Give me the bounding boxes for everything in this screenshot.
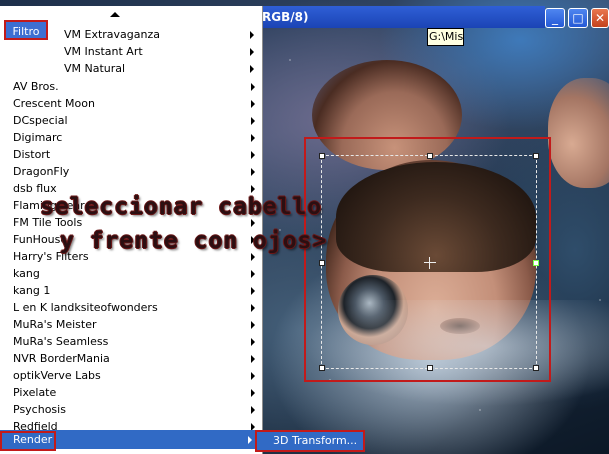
menu-item[interactable]: AV Bros.: [13, 78, 255, 95]
menu-item[interactable]: VM Extravaganza: [64, 26, 254, 43]
minimize-icon: _: [552, 11, 558, 25]
resize-handle[interactable]: [533, 260, 539, 266]
render-annotation-box: [0, 431, 56, 451]
menu-item[interactable]: DragonFly: [13, 163, 255, 180]
menu-item-label: DCspecial: [13, 114, 68, 127]
submenu-arrow-icon: [250, 65, 254, 73]
menu-item-label: DragonFly: [13, 165, 70, 178]
menu-item[interactable]: DCspecial: [13, 112, 255, 129]
submenu-arrow-icon: [251, 321, 255, 329]
menu-item-label: Psychosis: [13, 403, 66, 416]
maximize-button[interactable]: □: [568, 8, 588, 28]
submenu-arrow-icon: [251, 253, 255, 261]
resize-handle[interactable]: [533, 153, 539, 159]
annotation-line-2: y frente con ojos>: [60, 228, 328, 254]
scroll-up-arrow-icon[interactable]: [110, 12, 120, 17]
menu-item[interactable]: MuRa's Meister: [13, 316, 255, 333]
menu-item-label: L en K landksiteofwonders: [13, 301, 158, 314]
menu-item[interactable]: MuRa's Seamless: [13, 333, 255, 350]
document-title-bar[interactable]: RGB/8): [262, 6, 545, 28]
submenu-arrow-icon: [251, 185, 255, 193]
submenu-arrow-icon: [251, 287, 255, 295]
maximize-icon: □: [572, 11, 584, 25]
submenu-arrow-icon: [251, 372, 255, 380]
submenu-arrow-icon: [251, 304, 255, 312]
menu-item[interactable]: VM Instant Art: [64, 43, 254, 60]
submenu-arrow-icon: [251, 83, 255, 91]
submenu-arrow-icon: [251, 355, 255, 363]
menu-item-label: VM Extravaganza: [64, 28, 161, 41]
menu-item[interactable]: Crescent Moon: [13, 95, 255, 112]
menu-item-label: optikVerve Labs: [13, 369, 101, 382]
menu-item-label: VM Natural: [64, 62, 126, 75]
submenu-arrow-icon: [251, 151, 255, 159]
menu-item[interactable]: kang 1: [13, 282, 255, 299]
menu-item-label: MuRa's Seamless: [13, 335, 109, 348]
document-title: RGB/8): [262, 10, 309, 24]
resize-handle[interactable]: [427, 365, 433, 371]
face-right-photo: [548, 78, 609, 188]
submenu-arrow-icon: [251, 389, 255, 397]
menu-item[interactable]: NVR BorderMania: [13, 350, 255, 367]
menu-item-label: kang 1: [13, 284, 51, 297]
menu-item-label: AV Bros.: [13, 80, 59, 93]
menu-item[interactable]: Pixelate: [13, 384, 255, 401]
menu-item-label: VM Instant Art: [64, 45, 143, 58]
submenu-arrow-icon: [251, 117, 255, 125]
menu-item[interactable]: L en K landksiteofwonders: [13, 299, 255, 316]
resize-handle[interactable]: [533, 365, 539, 371]
menu-item[interactable]: kang: [13, 265, 255, 282]
center-crosshair-icon[interactable]: [424, 257, 436, 269]
menu-item[interactable]: optikVerve Labs: [13, 367, 255, 384]
menu-item-label: kang: [13, 267, 40, 280]
close-button[interactable]: ✕: [591, 8, 609, 28]
resize-handle[interactable]: [319, 260, 325, 266]
minimize-button[interactable]: _: [545, 8, 565, 28]
menu-item[interactable]: Digimarc: [13, 129, 255, 146]
submenu-arrow-icon: [250, 31, 254, 39]
menu-item[interactable]: Distort: [13, 146, 255, 163]
menu-item-label: MuRa's Meister: [13, 318, 97, 331]
menu-item-label: Digimarc: [13, 131, 63, 144]
submenu-arrow-icon: [251, 406, 255, 414]
menu-item-label: Crescent Moon: [13, 97, 95, 110]
resize-handle[interactable]: [319, 365, 325, 371]
submenu-item-3d-transform[interactable]: 3D Transform...: [255, 430, 365, 452]
submenu-arrow-icon: [251, 100, 255, 108]
submenu-arrow-icon: [250, 48, 254, 56]
close-icon: ✕: [594, 11, 606, 25]
submenu-arrow-icon: [248, 436, 252, 444]
menu-item-label: NVR BorderMania: [13, 352, 110, 365]
submenu-arrow-icon: [251, 219, 255, 227]
menu-item[interactable]: VM Natural: [64, 60, 254, 77]
menu-item[interactable]: Psychosis: [13, 401, 255, 418]
submenu-arrow-icon: [251, 168, 255, 176]
submenu-arrow-icon: [251, 338, 255, 346]
submenu-arrow-icon: [251, 270, 255, 278]
submenu-arrow-icon: [251, 134, 255, 142]
resize-handle[interactable]: [427, 153, 433, 159]
filter-menu-button[interactable]: Filtro: [4, 20, 48, 40]
menu-item-label: Pixelate: [13, 386, 57, 399]
path-tooltip: G:\Mis: [427, 28, 464, 46]
menu-item-label: Distort: [13, 148, 51, 161]
resize-handle[interactable]: [319, 153, 325, 159]
annotation-line-1: seleccionar cabello: [40, 194, 323, 220]
